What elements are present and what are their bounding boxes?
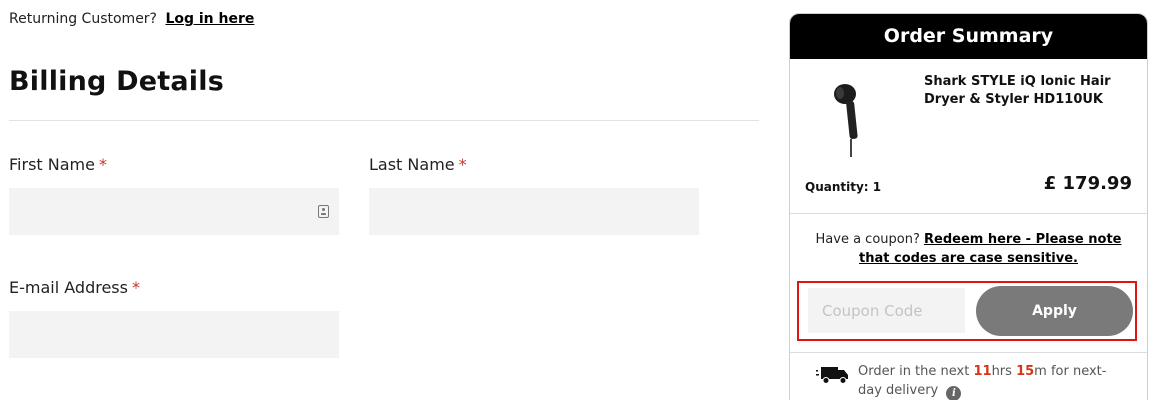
email-input[interactable] [9,311,339,358]
delivery-truck-icon [816,367,848,384]
hair-dryer-image [834,84,858,157]
email-label: E-mail Address * [9,278,140,297]
apply-coupon-button[interactable]: Apply [976,286,1133,336]
first-name-label: First Name * [9,155,107,174]
coupon-form: Apply [797,281,1137,341]
minutes-unit: m [1034,364,1047,379]
contact-card-icon[interactable] [318,205,329,218]
divider [790,352,1147,353]
last-name-label: Last Name * [369,155,467,174]
order-summary-title: Order Summary [790,14,1147,59]
required-asterisk: * [131,278,140,297]
order-summary-panel: Order Summary Shark STYLE iQ Ionic Hair … [789,13,1148,400]
divider [9,120,759,121]
page-title: Billing Details [9,66,224,97]
last-name-input[interactable] [369,188,699,235]
countdown-minutes: 15 [1016,364,1035,379]
required-asterisk: * [458,155,467,174]
product-item: Shark STYLE iQ Ionic Hair Dryer & Styler… [790,59,1147,214]
countdown-hours: 11 [973,364,992,379]
coupon-code-input[interactable] [808,288,965,333]
first-name-input[interactable] [9,188,339,235]
required-asterisk: * [98,155,107,174]
delivery-countdown: Order in the next 11hrs 15m for next-day… [858,362,1128,400]
email-label-text: E-mail Address [9,278,128,297]
first-name-label-text: First Name [9,155,95,174]
coupon-prompt-text: Have a coupon? [815,232,920,247]
delivery-prefix: Order in the next [858,364,970,379]
info-icon[interactable]: i [946,386,962,400]
hours-unit: hrs [991,364,1012,379]
last-name-label-text: Last Name [369,155,455,174]
returning-customer-text: Returning Customer? [9,11,157,27]
coupon-prompt: Have a coupon? Redeem here - Please note… [790,230,1147,268]
returning-customer-prompt: Returning Customer? Log in here [9,11,254,27]
login-link[interactable]: Log in here [165,11,254,27]
product-quantity: Quantity: 1 [805,180,882,194]
product-price: £ 179.99 [1043,173,1132,194]
product-name[interactable]: Shark STYLE iQ Ionic Hair Dryer & Styler… [924,73,1134,109]
